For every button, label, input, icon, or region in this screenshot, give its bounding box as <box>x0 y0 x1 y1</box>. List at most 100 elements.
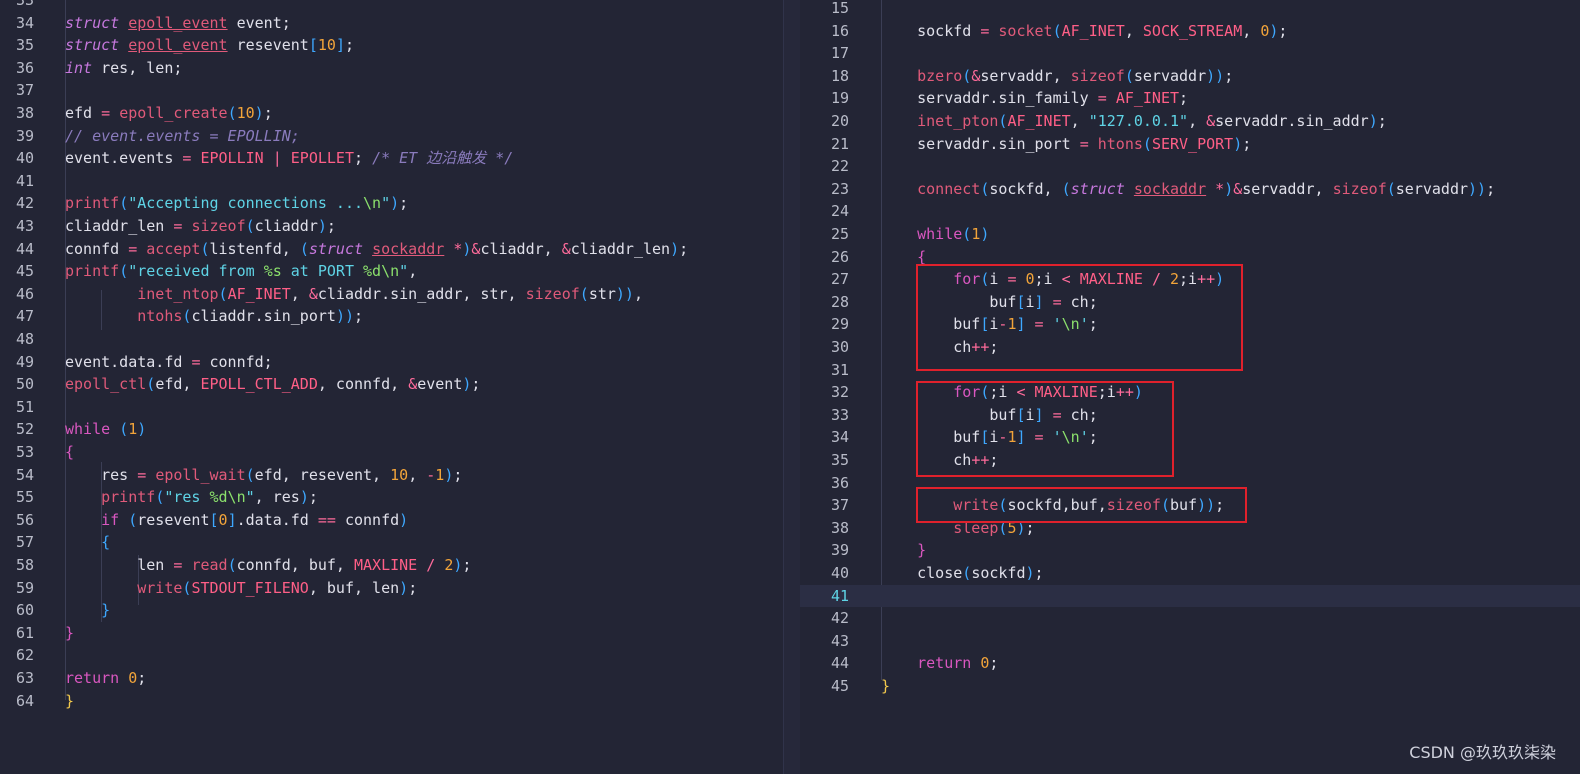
line-number: 20 <box>830 112 849 130</box>
line-number: 34 <box>15 13 34 32</box>
code-token: ) <box>444 465 454 484</box>
left-code-line[interactable]: 39 // event.events = EPOLLIN; <box>0 125 783 148</box>
code-token: "Accepting connections ... <box>128 194 364 213</box>
right-code-line[interactable]: 41 <box>800 584 1580 608</box>
line-number: 39 <box>830 541 849 560</box>
left-code-line[interactable]: 62 <box>0 644 783 667</box>
code-text: } <box>881 539 926 562</box>
code-token: ( <box>200 239 210 258</box>
right-code-line[interactable]: 17 <box>800 42 1580 65</box>
code-text: ntohs(cliaddr.sin_port)); <box>65 305 363 328</box>
left-code-line[interactable]: 40 event.events = EPOLLIN | EPOLLET; /* E… <box>0 147 783 170</box>
right-code-line[interactable]: 42 <box>800 607 1580 630</box>
code-token: ; <box>408 578 418 597</box>
right-code-line[interactable]: 23 connect(sockfd, (struct sockaddr *)&s… <box>800 178 1580 201</box>
code-text: epoll_ctl(efd, EPOLL_CTL_ADD, connfd, &e… <box>65 373 480 396</box>
right-code-line[interactable]: 22 <box>800 155 1580 178</box>
left-code-line[interactable]: 51 <box>0 396 783 419</box>
left-code-line[interactable]: 58 len = read(connfd, buf, MAXLINE / 2); <box>0 554 783 577</box>
code-token: ( <box>299 239 309 258</box>
code-token: ( <box>218 284 228 303</box>
line-number: 56 <box>15 510 34 529</box>
code-token: ) <box>670 239 680 258</box>
line-number: 40 <box>830 564 849 582</box>
left-code-line[interactable]: 50 epoll_ctl(efd, EPOLL_CTL_ADD, connfd, … <box>0 373 783 396</box>
code-token: , <box>633 284 643 303</box>
left-code-line[interactable]: 64} <box>0 690 783 713</box>
right-code-line[interactable]: 21 servaddr.sin_port = htons(SERV_PORT); <box>800 133 1580 156</box>
left-code-line[interactable]: 33 <box>0 0 783 12</box>
code-token: ; <box>326 217 336 235</box>
left-code-line[interactable]: 46 inet_ntop(AF_INET, &cliaddr.sin_addr,… <box>0 283 783 306</box>
right-code-line[interactable]: 43 <box>800 630 1580 653</box>
left-code-line[interactable]: 36 int res, len; <box>0 57 783 80</box>
code-token: ; <box>1179 89 1189 108</box>
line-number: 55 <box>15 488 34 507</box>
right-code-line[interactable]: 45} <box>800 675 1580 698</box>
code-token: ) <box>254 104 264 122</box>
right-code-line[interactable]: 18 bzero(&servaddr, sizeof(servaddr)); <box>800 65 1580 88</box>
code-text: return 0; <box>65 667 146 690</box>
code-token: & <box>1206 112 1216 130</box>
code-token: ; <box>1224 66 1234 85</box>
left-code-line[interactable]: 49 event.data.fd = connfd; <box>0 351 783 374</box>
pane-splitter[interactable] <box>783 0 800 774</box>
left-code-line[interactable]: 54 res = epoll_wait(efd, resevent, 10, -… <box>0 464 783 487</box>
line-number: 59 <box>15 578 34 597</box>
line-number: 35 <box>15 36 34 55</box>
code-token: EPOLLET <box>290 149 354 168</box>
left-code-line[interactable]: 44 connfd = accept(listenfd, (struct sock… <box>0 238 783 261</box>
code-token: servaddr.sin_addr <box>1215 112 1369 130</box>
left-code-line[interactable]: 48 <box>0 328 783 351</box>
line-number: 61 <box>15 623 34 642</box>
left-editor-pane[interactable]: 33 34 struct epoll_event event; 35 struct ep… <box>0 0 783 774</box>
line-number: 45 <box>830 677 849 695</box>
left-code-line[interactable]: 38 efd = epoll_create(10); <box>0 102 783 125</box>
left-code-line[interactable]: 52 while (1) <box>0 418 783 441</box>
code-text: cliaddr_len = sizeof(cliaddr); <box>65 215 336 238</box>
line-number: 25 <box>830 225 849 243</box>
right-code-line[interactable]: 40 close(sockfd); <box>800 562 1580 585</box>
right-code-line[interactable]: 16 sockfd = socket(AF_INET, SOCK_STREAM,… <box>800 20 1580 43</box>
code-token: & <box>408 375 418 394</box>
left-code-line[interactable]: 45 printf("received from %s at PORT %d\n"… <box>0 260 783 283</box>
left-code-line[interactable]: 59 write(STDOUT_FILENO, buf, len); <box>0 577 783 600</box>
right-code-line[interactable]: 44 return 0; <box>800 652 1580 675</box>
code-token: printf <box>101 488 156 507</box>
code-token: 0 <box>128 669 138 687</box>
code-token: // event.events = EPOLLIN; <box>65 126 300 145</box>
line-number: 32 <box>830 383 849 402</box>
code-token: struct <box>65 36 129 55</box>
line-number: 62 <box>15 646 34 665</box>
code-text: servaddr.sin_family = AF_INET; <box>881 87 1188 110</box>
left-code-line[interactable]: 34 struct epoll_event event; <box>0 12 783 35</box>
left-code-line[interactable]: 42 printf("Accepting connections ...\n"); <box>0 192 783 215</box>
left-code-line[interactable]: 61} <box>0 622 783 645</box>
left-code-line[interactable]: 55 printf("res %d\n", res); <box>0 486 783 509</box>
right-code-line[interactable]: 24 <box>800 200 1580 223</box>
right-code-line[interactable]: 39 } <box>800 539 1580 562</box>
left-code-line[interactable]: 35 struct epoll_event resevent[10]; <box>0 34 783 57</box>
line-number: 45 <box>15 262 34 281</box>
left-code-line[interactable]: 37 <box>0 79 783 102</box>
left-code-line[interactable]: 56 if (resevent[0].data.fd == connfd) <box>0 509 783 532</box>
left-code-line[interactable]: 60 } <box>0 599 783 622</box>
right-code-line[interactable]: 15 <box>800 0 1580 20</box>
left-code-line[interactable]: 53 { <box>0 441 783 464</box>
left-code-line[interactable]: 41 <box>0 170 783 193</box>
left-code-line[interactable]: 43 cliaddr_len = sizeof(cliaddr); <box>0 215 783 238</box>
left-code-line[interactable]: 57 { <box>0 531 783 554</box>
left-code-line[interactable]: 63 return 0; <box>0 667 783 690</box>
code-token: resevent <box>227 36 309 55</box>
line-number: 33 <box>15 0 34 9</box>
right-code-line[interactable]: 25 while(1) <box>800 223 1580 246</box>
code-token: servaddr, <box>980 66 1071 85</box>
left-code-line[interactable]: 47 ntohs(cliaddr.sin_port)); <box>0 305 783 328</box>
right-code-line[interactable]: 19 servaddr.sin_family = AF_INET; <box>800 87 1580 110</box>
right-code-line[interactable]: 20 inet_pton(AF_INET, "127.0.0.1", &serv… <box>800 110 1580 133</box>
